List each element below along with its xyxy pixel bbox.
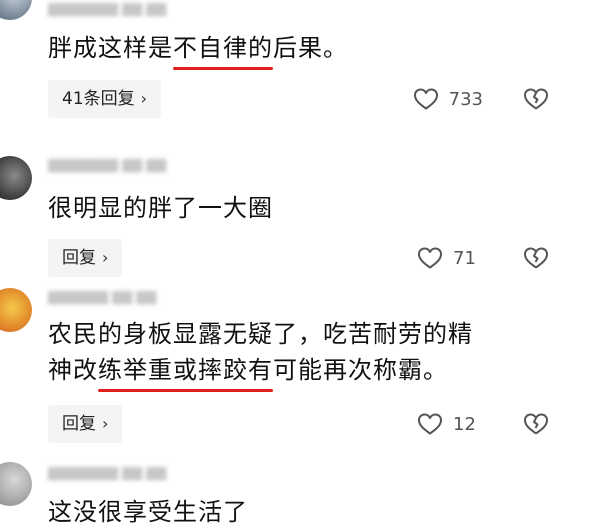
comment-line: 神改练举重或摔跤有可能再次称霸。 bbox=[48, 352, 561, 392]
heart-outline-icon bbox=[413, 88, 438, 110]
broken-heart-icon bbox=[524, 413, 548, 435]
dislike-button[interactable] bbox=[521, 243, 551, 273]
avatar[interactable] bbox=[0, 288, 32, 332]
reply-button[interactable]: 回复 › bbox=[48, 405, 123, 443]
comment-text: 农民的身板显露无疑了，吃苦耐劳的精 神改练举重或摔跤有可能再次称霸。 bbox=[48, 316, 561, 392]
avatar[interactable] bbox=[0, 462, 32, 506]
highlighted-text: 练举重或摔跤有 bbox=[98, 352, 273, 392]
reply-button[interactable]: 回复 › bbox=[48, 239, 123, 277]
broken-heart-icon bbox=[524, 247, 548, 269]
avatar[interactable] bbox=[0, 156, 32, 200]
reply-label: 回复 bbox=[62, 248, 96, 268]
comment-text-part: 可能再次称霸。 bbox=[273, 356, 448, 384]
comment-text: 胖成这样是不自律的后果。 bbox=[48, 30, 561, 70]
heart-outline-icon bbox=[418, 413, 442, 435]
broken-heart-icon bbox=[524, 88, 548, 110]
like-count: 12 bbox=[453, 413, 476, 435]
comment-text: 这没很享受生活了 bbox=[48, 498, 248, 526]
avatar[interactable] bbox=[0, 0, 32, 20]
comment-text: 很明显的胖了一大圈 bbox=[48, 194, 273, 222]
like-count: 71 bbox=[453, 247, 476, 269]
like-button[interactable]: 71 bbox=[417, 243, 483, 273]
reply-label: 41条回复 bbox=[62, 89, 135, 109]
like-button[interactable]: 733 bbox=[413, 84, 483, 114]
chevron-right-icon: › bbox=[140, 89, 148, 108]
highlighted-text: 不自律的 bbox=[173, 30, 273, 70]
like-button[interactable]: 12 bbox=[417, 409, 483, 439]
reply-label: 回复 bbox=[62, 414, 96, 434]
dislike-button[interactable] bbox=[521, 84, 551, 114]
comment-line: 农民的身板显露无疑了，吃苦耐劳的精 bbox=[48, 320, 473, 348]
comment-text-part: 神改 bbox=[48, 356, 98, 384]
dislike-button[interactable] bbox=[521, 409, 551, 439]
replies-button[interactable]: 41条回复 › bbox=[48, 80, 162, 118]
comment-text-part: 胖成这样是 bbox=[48, 34, 173, 62]
like-count: 733 bbox=[448, 88, 483, 110]
blurred-username: ▇▇▇▇▇▇▇ ▇▇ ▇▇ bbox=[48, 2, 167, 17]
comment-text-part: 后果。 bbox=[273, 34, 348, 62]
blurred-username: ▇▇▇▇▇▇▇ ▇▇ ▇▇ bbox=[48, 158, 167, 173]
chevron-right-icon: › bbox=[102, 414, 109, 433]
chevron-right-icon: › bbox=[102, 248, 109, 267]
heart-outline-icon bbox=[418, 247, 442, 269]
blurred-username: ▇▇▇▇▇▇ ▇▇ ▇▇ bbox=[48, 290, 157, 305]
blurred-username: ▇▇▇▇▇▇▇ ▇▇ ▇▇ bbox=[48, 466, 167, 481]
